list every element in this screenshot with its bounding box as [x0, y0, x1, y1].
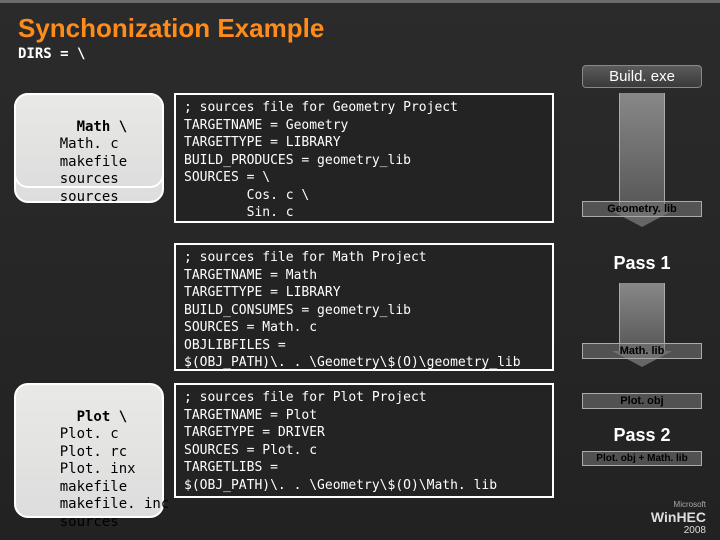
- stage-geometry-lib: Geometry. lib: [582, 201, 702, 217]
- footer-brand: WinHEC: [651, 510, 706, 525]
- dirbox-math: Math \ Math. c makefile sources: [14, 93, 164, 188]
- build-exe-label: Build. exe: [582, 65, 702, 88]
- slide-title: Synchonization Example: [0, 3, 720, 46]
- dirbox-body: Plot. c Plot. rc Plot. inx makefile make…: [26, 426, 169, 530]
- pass1-label: Pass 1: [582, 253, 702, 274]
- stage-final: Plot. obj + Math. lib: [582, 451, 702, 466]
- srcbox-geometry: ; sources file for Geometry Project TARG…: [174, 93, 554, 223]
- stage-math-lib: Math. lib: [582, 343, 702, 359]
- dirbox-head: Math \: [77, 119, 128, 135]
- dirbox-head: Plot \: [77, 409, 128, 425]
- dirbox-plot: Plot \ Plot. c Plot. rc Plot. inx makefi…: [14, 383, 164, 518]
- dirs-line: DIRS = \: [0, 46, 720, 66]
- dirbox-body: Math. c makefile sources: [26, 136, 127, 187]
- arrow-segment-1: [619, 93, 665, 213]
- stage-plot-obj: Plot. obj: [582, 393, 702, 409]
- build-flow-column: Geometry. lib Pass 1 Math. lib Plot. obj…: [582, 93, 702, 506]
- pass2-label: Pass 2: [582, 425, 702, 446]
- srcbox-plot: ; sources file for Plot Project TARGETNA…: [174, 383, 554, 498]
- srcbox-math: ; sources file for Math Project TARGETNA…: [174, 243, 554, 371]
- footer: Microsoft WinHEC 2008: [651, 501, 706, 536]
- slide: Synchonization Example DIRS = \ Build. e…: [0, 0, 720, 540]
- footer-year: 2008: [651, 525, 706, 536]
